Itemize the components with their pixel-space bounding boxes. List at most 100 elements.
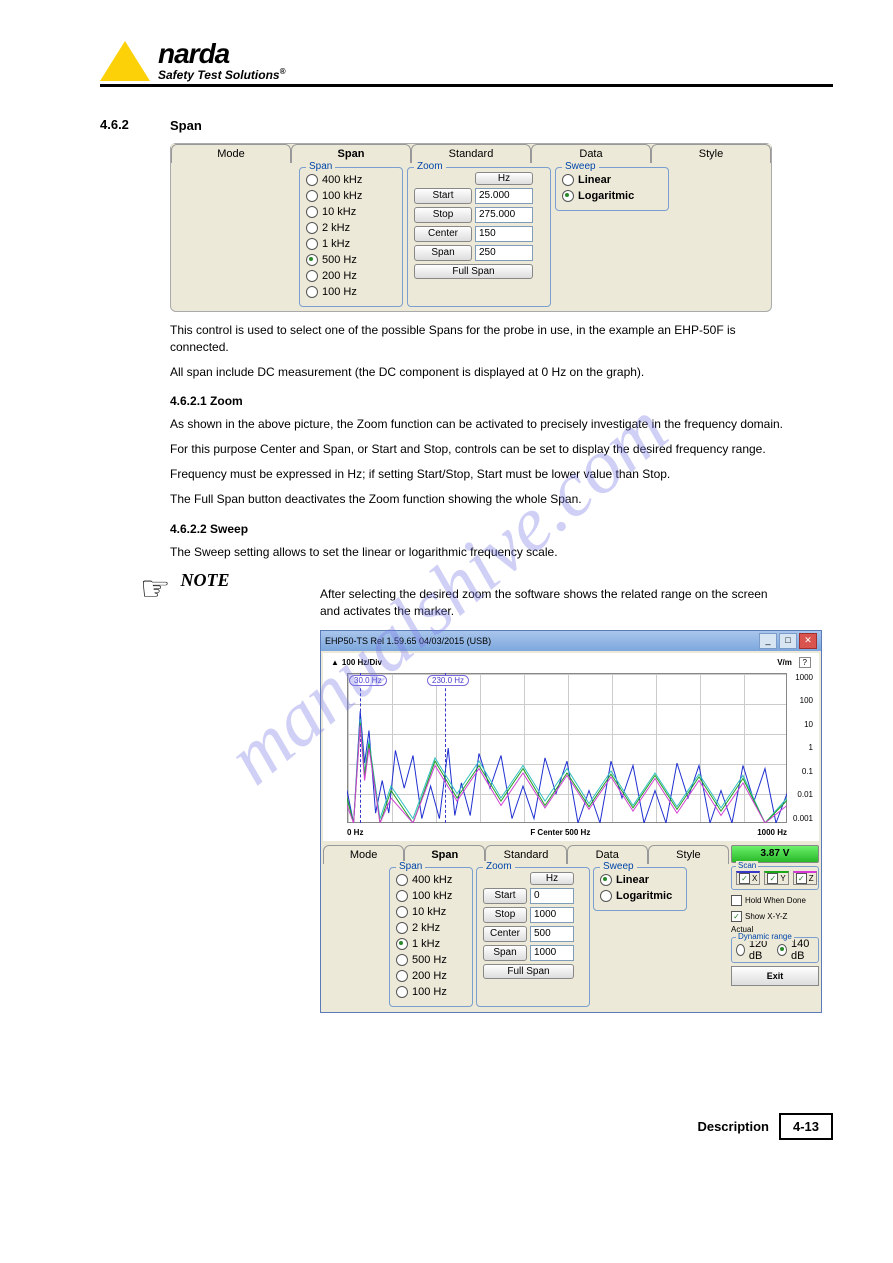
app-zoom-group: Zoom Hz Start 0 Stop 1000 Center 500 Spa… xyxy=(476,867,590,1007)
dyn-120[interactable]: 120 dB xyxy=(736,942,773,958)
maximize-button[interactable]: □ xyxy=(779,633,797,649)
app-center-input[interactable]: 500 xyxy=(530,926,574,942)
section-title: Span xyxy=(170,118,833,133)
app-tab-style[interactable]: Style xyxy=(648,845,729,864)
section-number: 4.6.2 xyxy=(100,117,129,132)
zoom-center-input[interactable]: 150 xyxy=(475,226,533,242)
zoom-span-input[interactable]: 250 xyxy=(475,245,533,261)
span-group-title: Span xyxy=(306,161,335,172)
minimize-button[interactable]: _ xyxy=(759,633,777,649)
app-hz-head: Hz xyxy=(530,872,574,885)
zoom-span-button[interactable]: Span xyxy=(414,245,472,261)
sweep-group: Sweep Linear Logaritmic xyxy=(555,167,669,211)
scan-group: Scan ✓X ✓Y ✓Z xyxy=(731,866,819,890)
app-span-400[interactable]: 400 kHz xyxy=(396,872,466,888)
app-sweep-log[interactable]: Logaritmic xyxy=(600,888,680,904)
dyn-title: Dynamic range xyxy=(736,932,794,941)
para-intro-1: This control is used to select one of th… xyxy=(170,322,790,356)
zoom-subhead: 4.6.2.1 Zoom xyxy=(170,394,833,408)
app-stop-input[interactable]: 1000 xyxy=(530,907,574,923)
zoom-center-button[interactable]: Center xyxy=(414,226,472,242)
chart-divlabel: 100 Hz/Div xyxy=(342,658,382,667)
span-100khz[interactable]: 100 kHz xyxy=(306,188,396,204)
app-fullspan-button[interactable]: Full Span xyxy=(483,964,574,979)
zoom-start-input[interactable]: 25.000 xyxy=(475,188,533,204)
page-header: narda Safety Test Solutions® xyxy=(100,40,833,87)
app-span-200[interactable]: 200 Hz xyxy=(396,968,466,984)
showxyz-checkbox[interactable]: ✓Show X-Y-Z xyxy=(731,911,819,922)
spectrum-chart[interactable]: ▲ 100 Hz/Div V/m ? 30.0 Hz 230.0 Hz xyxy=(327,657,815,837)
span-400khz[interactable]: 400 kHz xyxy=(306,172,396,188)
titlebar: EHP50-TS Rel 1.59.65 04/03/2015 (USB) _ … xyxy=(321,631,821,651)
scan-title: Scan xyxy=(736,861,758,870)
scan-z-toggle[interactable]: ✓Z xyxy=(793,871,817,885)
help-button[interactable]: ? xyxy=(799,657,811,668)
span-500hz[interactable]: 500 Hz xyxy=(306,252,396,268)
tab-mode[interactable]: Mode xyxy=(171,144,291,163)
hz-header: Hz xyxy=(475,172,533,185)
span-panel: Mode Span Standard Data Style Span 400 k… xyxy=(170,143,772,312)
brand-subtitle: Safety Test Solutions® xyxy=(158,68,285,81)
dyn-140[interactable]: 140 dB xyxy=(777,942,814,958)
app-zoom-title: Zoom xyxy=(483,861,515,872)
span-100hz[interactable]: 100 Hz xyxy=(306,284,396,300)
zoom-group-title: Zoom xyxy=(414,161,446,172)
span-200hz[interactable]: 200 Hz xyxy=(306,268,396,284)
app-span-button[interactable]: Span xyxy=(483,945,527,961)
zoom-para-1: As shown in the above picture, the Zoom … xyxy=(170,416,790,433)
panel-tabs: Mode Span Standard Data Style xyxy=(171,144,771,163)
app-span-1k[interactable]: 1 kHz xyxy=(396,936,466,952)
zoom-stop-button[interactable]: Stop xyxy=(414,207,472,223)
app-span-500[interactable]: 500 Hz xyxy=(396,952,466,968)
app-stop-button[interactable]: Stop xyxy=(483,907,527,923)
page-footer: Description 4-13 xyxy=(0,1113,833,1140)
tab-style[interactable]: Style xyxy=(651,144,771,163)
app-span-input[interactable]: 1000 xyxy=(530,945,574,961)
dynamic-range-group: Dynamic range 120 dB 140 dB xyxy=(731,937,819,963)
y-axis-labels: 1000 100 10 1 0.1 0.01 0.001 xyxy=(789,673,813,823)
app-sweep-linear[interactable]: Linear xyxy=(600,872,680,888)
note-label: NOTE xyxy=(180,570,229,590)
zoom-start-button[interactable]: Start xyxy=(414,188,472,204)
brand-name: narda xyxy=(158,40,285,68)
zoom-stop-input[interactable]: 275.000 xyxy=(475,207,533,223)
scan-y-toggle[interactable]: ✓Y xyxy=(764,871,788,885)
app-span-100k[interactable]: 100 kHz xyxy=(396,888,466,904)
logo-triangle-icon xyxy=(100,41,150,81)
app-start-input[interactable]: 0 xyxy=(530,888,574,904)
chart-lines xyxy=(347,673,787,823)
unit-label: V/m xyxy=(777,658,792,667)
span-2khz[interactable]: 2 kHz xyxy=(306,220,396,236)
sweep-linear[interactable]: Linear xyxy=(562,172,662,188)
app-sweep-title: Sweep xyxy=(600,861,637,872)
pointing-hand-icon: ☞ xyxy=(140,572,170,606)
footer-label: Description xyxy=(697,1119,769,1134)
span-1khz[interactable]: 1 kHz xyxy=(306,236,396,252)
zoom-para-4: The Full Span button deactivates the Zoo… xyxy=(170,491,790,508)
sweep-para-1: The Sweep setting allows to set the line… xyxy=(170,544,790,561)
app-center-button[interactable]: Center xyxy=(483,926,527,942)
app-tab-mode[interactable]: Mode xyxy=(323,845,404,864)
sweep-subhead: 4.6.2.2 Sweep xyxy=(170,522,833,536)
app-span-group: Span 400 kHz 100 kHz 10 kHz 2 kHz 1 kHz … xyxy=(389,867,473,1007)
sweep-log[interactable]: Logaritmic xyxy=(562,188,662,204)
span-10khz[interactable]: 10 kHz xyxy=(306,204,396,220)
triangle-icon: ▲ xyxy=(331,658,339,667)
sweep-group-title: Sweep xyxy=(562,161,599,172)
close-button[interactable]: ✕ xyxy=(799,633,817,649)
exit-button[interactable]: Exit xyxy=(731,966,819,986)
window-title: EHP50-TS Rel 1.59.65 04/03/2015 (USB) xyxy=(325,636,491,646)
zoom-para-3: Frequency must be expressed in Hz; if se… xyxy=(170,466,790,483)
hold-checkbox[interactable]: Hold When Done xyxy=(731,895,819,906)
app-span-10k[interactable]: 10 kHz xyxy=(396,904,466,920)
note-text: After selecting the desired zoom the sof… xyxy=(320,586,790,620)
para-intro-2: All span include DC measurement (the DC … xyxy=(170,364,790,381)
x-axis-labels: 0 Hz F Center 500 Hz 1000 Hz xyxy=(347,828,787,837)
app-span-100[interactable]: 100 Hz xyxy=(396,984,466,1000)
full-span-button[interactable]: Full Span xyxy=(414,264,533,279)
app-start-button[interactable]: Start xyxy=(483,888,527,904)
scan-x-toggle[interactable]: ✓X xyxy=(736,871,760,885)
app-span-title: Span xyxy=(396,861,425,872)
zoom-para-2: For this purpose Center and Span, or Sta… xyxy=(170,441,790,458)
app-span-2k[interactable]: 2 kHz xyxy=(396,920,466,936)
